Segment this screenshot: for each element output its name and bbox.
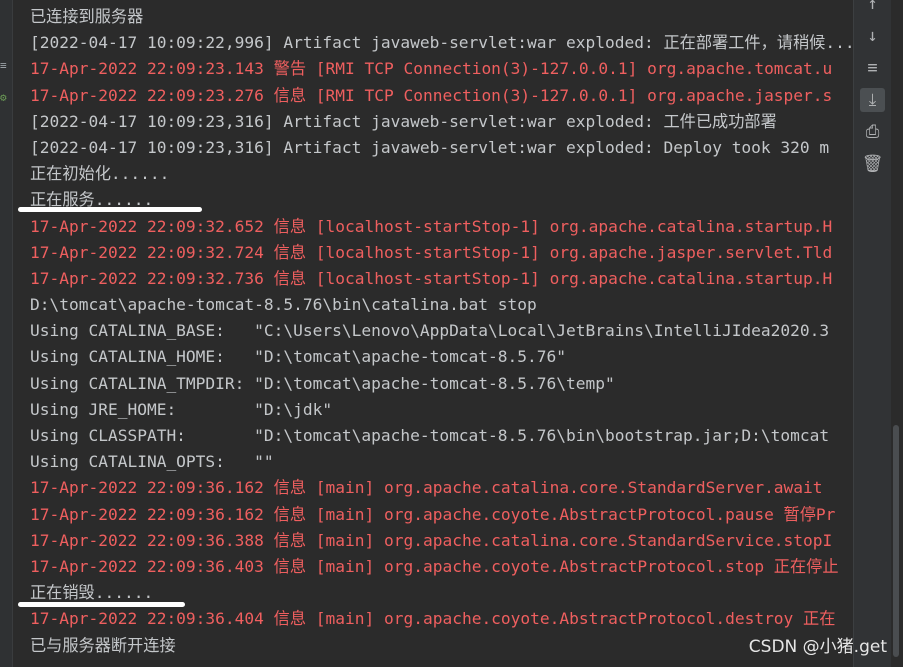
console-line: 17-Apr-2022 22:09:32.724 信息 [localhost-s…: [30, 242, 833, 262]
console-line: 已连接到服务器: [30, 7, 144, 26]
console-line: 17-Apr-2022 22:09:32.652 信息 [localhost-s…: [30, 216, 833, 236]
console-line: Using JRE_HOME: "D:\jdk": [30, 399, 333, 419]
vertical-scrollbar[interactable]: [891, 0, 903, 667]
console-line: Using CLASSPATH: "D:\tomcat\apache-tomca…: [30, 426, 830, 445]
scroll-up-icon[interactable]: ↑: [860, 0, 885, 16]
console-line: D:\tomcat\apache-tomcat-8.5.76\bin\catal…: [30, 295, 537, 315]
console-line: 17-Apr-2022 22:09:36.403 信息 [main] org.a…: [30, 556, 839, 576]
soft-wrap-icon[interactable]: ≡: [860, 56, 885, 80]
console-line: 17-Apr-2022 22:09:36.388 信息 [main] org.a…: [30, 530, 833, 550]
console-output[interactable]: 已连接到服务器 [2022-04-17 10:09:22,996] Artifac…: [30, 4, 852, 667]
console-line: 正在初始化......: [30, 164, 170, 184]
console-line: Using CATALINA_TMPDIR: "D:\tomcat\apache…: [30, 373, 615, 393]
console-line: 17-Apr-2022 22:09:36.404 信息 [main] org.a…: [30, 609, 836, 629]
watermark: CSDN @小猪.get: [748, 637, 887, 657]
console-line: Using CATALINA_BASE: "C:\Users\Lenovo\Ap…: [30, 321, 830, 341]
console-line: 17-Apr-2022 22:09:32.736 信息 [localhost-s…: [30, 268, 833, 288]
console-line: Using CATALINA_HOME: "D:\tomcat\apache-t…: [30, 347, 567, 367]
gutter-settings-icon[interactable]: ⚙: [0, 92, 9, 104]
console-line: [2022-04-17 10:09:23,316] Artifact javaw…: [30, 111, 777, 131]
console-line: Using CATALINA_OPTS: "": [30, 452, 274, 472]
annotation-underline-destroying: [18, 602, 185, 607]
print-icon[interactable]: ⎙: [860, 120, 885, 144]
scroll-to-end-icon[interactable]: ⤓: [860, 88, 885, 112]
console-line: 17-Apr-2022 22:09:23.276 信息 [RMI TCP Con…: [30, 85, 833, 105]
console-line: 17-Apr-2022 22:09:36.162 信息 [main] org.a…: [30, 478, 823, 498]
console-toolbar: ↑ ↓ ≡ ⤓ ⎙ 🗑: [853, 0, 891, 667]
console-line: 已与服务器断开连接: [30, 635, 176, 655]
scrollbar-thumb[interactable]: [893, 425, 899, 657]
gutter-wrap-icon[interactable]: ≡: [0, 60, 9, 72]
annotation-underline-serving: [18, 207, 202, 212]
left-gutter: ≡ ⚙: [0, 0, 13, 667]
console-line: 17-Apr-2022 22:09:23.143 警告 [RMI TCP Con…: [30, 59, 833, 79]
console-line: [2022-04-17 10:09:22,996] Artifact javaw…: [30, 33, 852, 53]
scroll-down-icon[interactable]: ↓: [860, 24, 885, 48]
clear-all-icon[interactable]: 🗑: [860, 152, 885, 176]
console-line: 17-Apr-2022 22:09:36.162 信息 [main] org.a…: [30, 504, 836, 524]
console-line: [2022-04-17 10:09:23,316] Artifact javaw…: [30, 137, 830, 157]
